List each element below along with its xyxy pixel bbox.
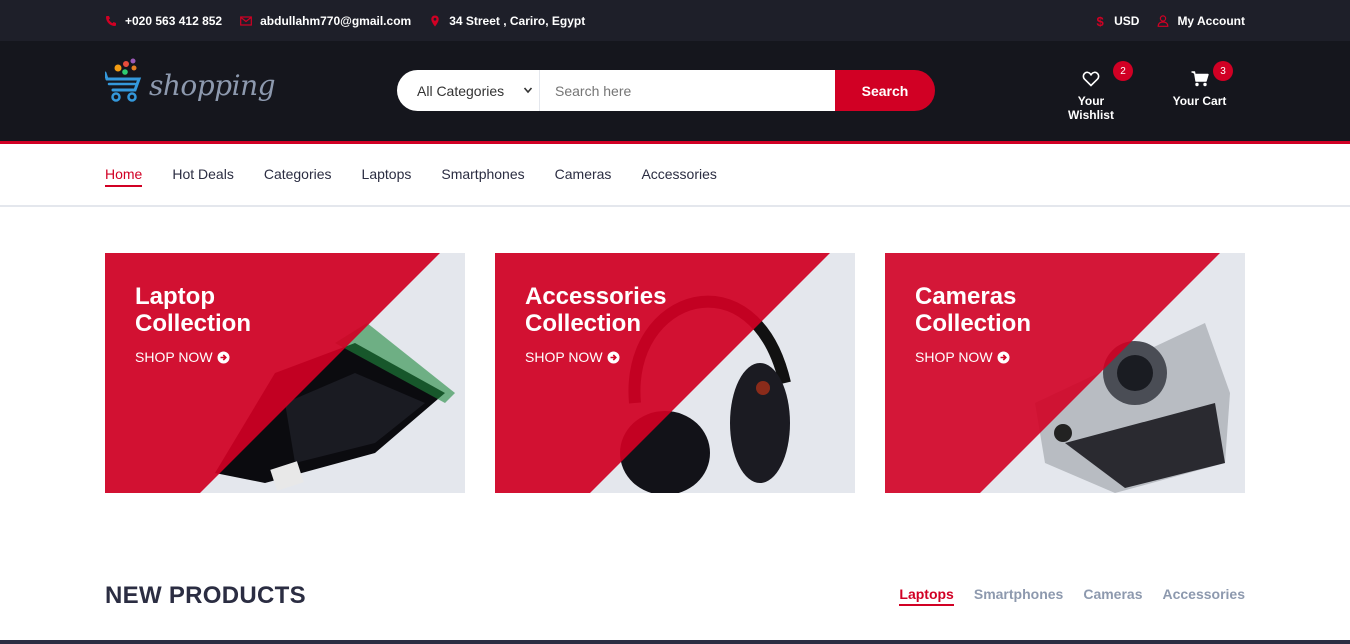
contact-links: +020 563 412 852 abdullahm770@gmail.com … <box>105 14 585 28</box>
arrow-circle-right-icon <box>997 351 1010 363</box>
cameras-collection-title: Cameras Collection <box>915 283 1031 337</box>
tab-accessories[interactable]: Accessories <box>1162 586 1245 606</box>
tab-cameras[interactable]: Cameras <box>1083 586 1142 606</box>
main-header: shopping All Categories Search Your Wish… <box>0 41 1350 141</box>
search-bar: All Categories Search <box>397 70 935 111</box>
cameras-collection-banner[interactable]: Cameras Collection SHOP NOW <box>885 253 1245 493</box>
search-input[interactable] <box>540 70 835 111</box>
phone-text: +020 563 412 852 <box>125 14 223 28</box>
tab-smartphones[interactable]: Smartphones <box>974 586 1063 606</box>
new-products-tabs: Laptops Smartphones Cameras Accessories <box>899 586 1245 606</box>
cart-label: Your Cart <box>1172 94 1227 108</box>
email-link[interactable]: abdullahm770@gmail.com <box>240 14 411 28</box>
product-row-edge <box>0 640 1350 644</box>
shop-now-text: SHOP NOW <box>135 349 213 365</box>
laptop-shop-now-link[interactable]: SHOP NOW <box>135 349 230 365</box>
nav-item-cameras[interactable]: Cameras <box>555 166 612 187</box>
arrow-circle-right-icon <box>217 351 230 363</box>
currency-text: USD <box>1114 14 1140 28</box>
collection-title-line: Laptop <box>135 283 215 310</box>
map-marker-icon <box>429 15 441 27</box>
nav-item-laptops[interactable]: Laptops <box>362 166 412 187</box>
nav-item-home[interactable]: Home <box>105 166 143 187</box>
user-icon <box>1157 15 1169 27</box>
dollar-icon: $ <box>1096 13 1104 29</box>
shop-now-text: SHOP NOW <box>525 349 603 365</box>
address-link[interactable]: 34 Street , Cariro, Egypt <box>429 14 585 28</box>
accessories-collection-title: Accessories Collection <box>525 283 666 337</box>
nav-item-categories[interactable]: Categories <box>264 166 332 187</box>
my-account-text: My Account <box>1177 14 1245 28</box>
wishlist-label: Your Wishlist <box>1068 94 1114 122</box>
email-text: abdullahm770@gmail.com <box>260 14 412 28</box>
cameras-shop-now-link[interactable]: SHOP NOW <box>915 349 1010 365</box>
shop-now-text: SHOP NOW <box>915 349 993 365</box>
nav-item-smartphones[interactable]: Smartphones <box>441 166 524 187</box>
collection-title-line: Collection <box>525 310 642 337</box>
accessories-shop-now-link[interactable]: SHOP NOW <box>525 349 620 365</box>
laptop-collection-title: Laptop Collection <box>135 283 251 337</box>
site-logo[interactable]: shopping <box>103 55 276 111</box>
phone-icon <box>105 15 117 27</box>
nav-list: Home Hot Deals Categories Laptops Smartp… <box>105 166 717 187</box>
logo-text: shopping <box>149 69 276 102</box>
collection-title-line: Collection <box>915 310 1032 337</box>
collection-title-line: Collection <box>135 310 252 337</box>
search-button[interactable]: Search <box>835 70 935 111</box>
top-bar: +020 563 412 852 abdullahm770@gmail.com … <box>0 0 1350 41</box>
wishlist-link[interactable]: Your Wishlist 2 <box>1055 61 1133 122</box>
new-products-title: NEW PRODUCTS <box>105 582 306 609</box>
account-links: $ USD My Account <box>1094 13 1245 29</box>
my-account-link[interactable]: My Account <box>1157 14 1245 28</box>
category-select-value: All Categories <box>417 82 505 99</box>
collection-title-line: Accessories <box>525 283 667 310</box>
accessories-collection-banner[interactable]: Accessories Collection SHOP NOW <box>495 253 855 493</box>
nav-item-hot-deals[interactable]: Hot Deals <box>172 166 233 187</box>
laptop-collection-banner[interactable]: Laptop Collection SHOP NOW <box>105 253 465 493</box>
tab-laptops[interactable]: Laptops <box>899 586 954 606</box>
address-text: 34 Street , Cariro, Egypt <box>449 14 586 28</box>
chevron-down-icon <box>523 87 533 94</box>
collection-title-line: Cameras <box>915 283 1017 310</box>
phone-link[interactable]: +020 563 412 852 <box>105 14 222 28</box>
cart-count-badge: 3 <box>1213 61 1233 81</box>
cart-link[interactable]: Your Cart 3 <box>1172 61 1233 108</box>
envelope-icon <box>240 15 253 27</box>
currency-link[interactable]: $ USD <box>1094 13 1140 29</box>
main-navigation: Home Hot Deals Categories Laptops Smartp… <box>0 144 1350 207</box>
wishlist-count-badge: 2 <box>1113 61 1133 81</box>
nav-item-accessories[interactable]: Accessories <box>641 166 716 187</box>
arrow-circle-right-icon <box>607 351 620 363</box>
category-select[interactable]: All Categories <box>397 70 540 111</box>
